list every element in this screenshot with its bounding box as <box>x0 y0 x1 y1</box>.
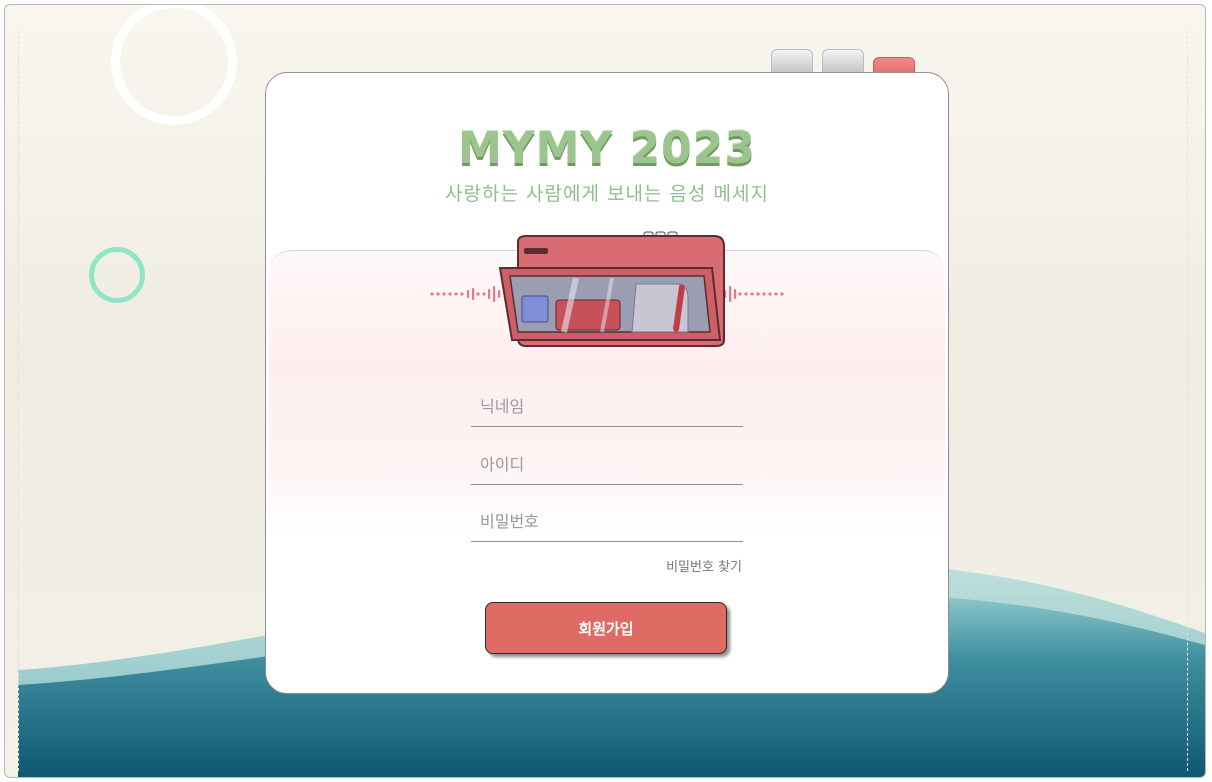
password-input[interactable] <box>471 502 743 542</box>
app-logo: MYMY 2023 <box>457 123 757 174</box>
nickname-input[interactable] <box>471 387 743 427</box>
cassette-player-icon <box>430 231 784 347</box>
signup-card: MYMY 2023 사랑하는 사람에게 보내는 음성 메세지 닉네임 아이디 비… <box>265 72 949 694</box>
find-password-link[interactable]: 비밀번호 찾기 <box>606 556 742 575</box>
decorative-ring <box>111 5 237 125</box>
signup-button[interactable]: 회원가입 <box>485 602 727 654</box>
sound-wave-left <box>430 286 501 302</box>
sound-wave-right <box>724 286 784 302</box>
decorative-mint-ring <box>89 247 145 303</box>
id-input[interactable] <box>471 445 743 485</box>
app-subtitle: 사랑하는 사람에게 보내는 음성 메세지 <box>445 183 769 205</box>
